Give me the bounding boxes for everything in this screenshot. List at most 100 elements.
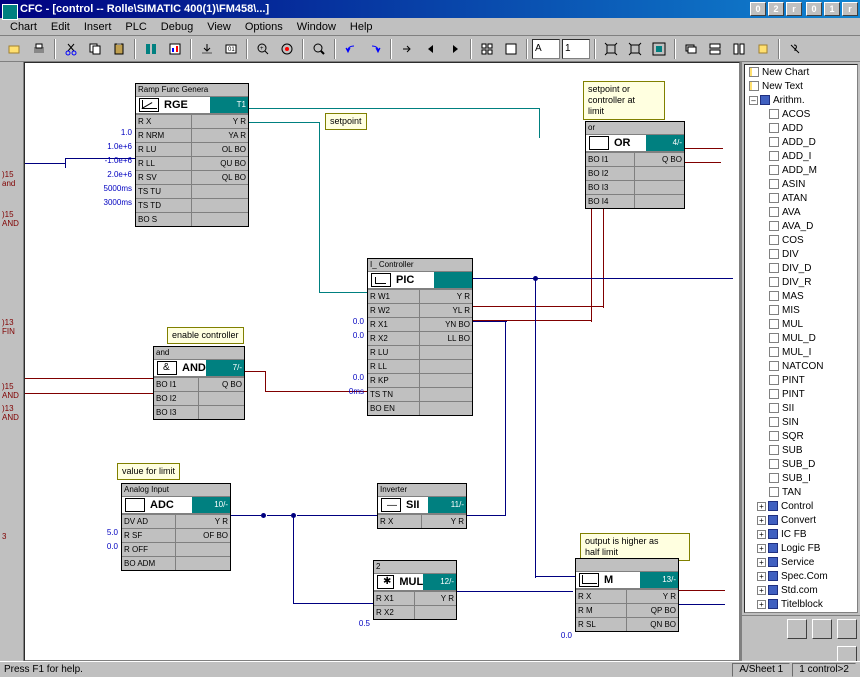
- pin-right[interactable]: [420, 374, 472, 387]
- tb-redo-icon[interactable]: [364, 38, 386, 60]
- pin-value[interactable]: 1.0: [88, 128, 132, 137]
- pin-right[interactable]: LL BO: [420, 332, 472, 345]
- pin-right[interactable]: QL BO: [192, 171, 248, 184]
- tree-item[interactable]: ADD: [745, 121, 857, 135]
- tree-item[interactable]: +Service: [745, 555, 857, 569]
- block-row[interactable]: R XY R: [378, 514, 466, 528]
- pin-left[interactable]: R M: [576, 604, 627, 617]
- tree-item[interactable]: ACOS: [745, 107, 857, 121]
- block-row[interactable]: R SVQL BO: [136, 170, 248, 184]
- pin-left[interactable]: R W1: [368, 290, 420, 303]
- pin-left[interactable]: R W2: [368, 304, 420, 317]
- block-row[interactable]: R LU: [368, 345, 472, 359]
- tree-item[interactable]: +Logic FB: [745, 541, 857, 555]
- tree-item[interactable]: New Chart: [745, 65, 857, 79]
- pin-right[interactable]: [420, 388, 472, 401]
- tb-find-icon[interactable]: [308, 38, 330, 60]
- tb-next-icon[interactable]: [444, 38, 466, 60]
- tb-test-icon[interactable]: [276, 38, 298, 60]
- pin-left[interactable]: R OFF: [122, 543, 176, 556]
- tree-item[interactable]: DIV: [745, 247, 857, 261]
- pin-value[interactable]: 0.0: [74, 542, 118, 551]
- cat-btn-2-icon[interactable]: [812, 619, 832, 639]
- pin-left[interactable]: R SV: [136, 171, 192, 184]
- tb-open-icon[interactable]: [4, 38, 26, 60]
- tree-item[interactable]: AVA_D: [745, 219, 857, 233]
- menu-options[interactable]: Options: [239, 20, 289, 34]
- tree-item[interactable]: AVA: [745, 205, 857, 219]
- block-row[interactable]: R W1Y R: [368, 289, 472, 303]
- pin-right[interactable]: [199, 392, 244, 405]
- tree-item[interactable]: +IC FB: [745, 527, 857, 541]
- pin-left[interactable]: R X: [136, 115, 192, 128]
- comment-enable-ctrl[interactable]: enable controller: [167, 327, 244, 344]
- pin-left[interactable]: R X2: [374, 606, 415, 619]
- pin-right[interactable]: Y R: [627, 590, 678, 603]
- menu-insert[interactable]: Insert: [78, 20, 118, 34]
- tb-layers4-icon[interactable]: [752, 38, 774, 60]
- block-row[interactable]: BO S: [136, 212, 248, 226]
- block-m-limit[interactable]: M13/-R XY RR MQP BOR SLQN BO0.0: [575, 558, 679, 632]
- pin-right[interactable]: QN BO: [627, 618, 678, 631]
- tree-item[interactable]: TAN: [745, 485, 857, 499]
- catalog-tree[interactable]: New ChartNew Text–Arithm.ACOSADDADD_DADD…: [744, 64, 858, 613]
- pin-left[interactable]: R SL: [576, 618, 627, 631]
- inner-close-button[interactable]: r: [786, 2, 802, 16]
- block-row[interactable]: R OFF: [122, 542, 230, 556]
- block-row[interactable]: R LLQU BO: [136, 156, 248, 170]
- tree-item[interactable]: MUL: [745, 317, 857, 331]
- tree-item[interactable]: –Arithm.: [745, 93, 857, 107]
- block-row[interactable]: R NRMYA R: [136, 128, 248, 142]
- comment-value-limit[interactable]: value for limit: [117, 463, 180, 480]
- pin-right[interactable]: [192, 185, 248, 198]
- pin-left[interactable]: R LL: [368, 360, 420, 373]
- pin-right[interactable]: Y R: [422, 515, 466, 528]
- tree-item[interactable]: PINT: [745, 373, 857, 387]
- pin-right[interactable]: Y R: [415, 592, 456, 605]
- pin-right[interactable]: Q BO: [635, 153, 684, 166]
- pin-value[interactable]: 0.0: [528, 631, 572, 640]
- tb-sheet-icon[interactable]: [500, 38, 522, 60]
- pin-left[interactable]: BO I3: [586, 181, 635, 194]
- pin-right[interactable]: [635, 181, 684, 194]
- block-row[interactable]: R XY R: [576, 589, 678, 603]
- cat-btn-3-icon[interactable]: [837, 619, 857, 639]
- pin-value[interactable]: 5000ms: [88, 184, 132, 193]
- pin-value[interactable]: 0.5: [326, 619, 370, 628]
- block-row[interactable]: BO I2: [154, 391, 244, 405]
- pin-left[interactable]: TS TD: [136, 199, 192, 212]
- block-row[interactable]: TS TU: [136, 184, 248, 198]
- tb-copy-icon[interactable]: [84, 38, 106, 60]
- canvas[interactable]: setpoint enable controller value for lim…: [24, 62, 740, 661]
- tree-item[interactable]: +Convert: [745, 513, 857, 527]
- tb-download-icon[interactable]: [196, 38, 218, 60]
- tree-item[interactable]: +Control: [745, 499, 857, 513]
- pin-left[interactable]: R X2: [368, 332, 420, 345]
- tb-layers1-icon[interactable]: [680, 38, 702, 60]
- tb-prev-icon[interactable]: [420, 38, 442, 60]
- tree-item[interactable]: MAS: [745, 289, 857, 303]
- pin-right[interactable]: [420, 402, 472, 415]
- menu-edit[interactable]: Edit: [45, 20, 76, 34]
- pin-right[interactable]: [635, 167, 684, 180]
- block-row[interactable]: BO I1Q BO: [586, 152, 684, 166]
- pin-right[interactable]: [199, 406, 244, 419]
- pin-right[interactable]: YN BO: [420, 318, 472, 331]
- block-row[interactable]: R LL: [368, 359, 472, 373]
- tb-grow-icon[interactable]: [600, 38, 622, 60]
- tb-compile-icon[interactable]: 01: [220, 38, 242, 60]
- cat-btn-1-icon[interactable]: [787, 619, 807, 639]
- tb-zoom-in-icon[interactable]: +: [252, 38, 274, 60]
- block-row[interactable]: DV ADY R: [122, 514, 230, 528]
- tb-chart-icon[interactable]: [164, 38, 186, 60]
- pin-left[interactable]: BO I4: [586, 195, 635, 208]
- pin-right[interactable]: QP BO: [627, 604, 678, 617]
- block-row[interactable]: R X1YN BO: [368, 317, 472, 331]
- pin-left[interactable]: R X1: [368, 318, 420, 331]
- block-row[interactable]: BO EN: [368, 401, 472, 415]
- pin-value[interactable]: 1.0e+6: [88, 142, 132, 151]
- block-row[interactable]: BO I3: [586, 180, 684, 194]
- tb-overview-icon[interactable]: [476, 38, 498, 60]
- pin-right[interactable]: YL R: [420, 304, 472, 317]
- max-button[interactable]: 1: [824, 2, 840, 16]
